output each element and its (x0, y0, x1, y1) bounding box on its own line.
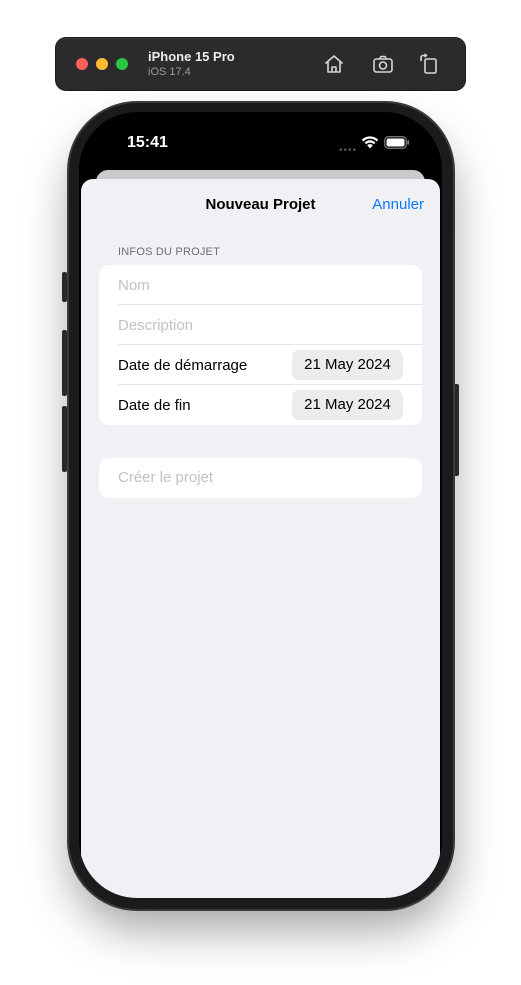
start-date-picker[interactable]: 21 May 2024 (292, 350, 403, 380)
wifi-icon (361, 135, 379, 154)
start-date-label: Date de démarrage (118, 357, 248, 374)
simulator-toolbar: iPhone 15 Pro iOS 17.4 (56, 38, 465, 90)
device-name: iPhone 15 Pro (148, 49, 235, 64)
home-icon[interactable] (322, 52, 346, 76)
description-field[interactable] (118, 305, 408, 345)
cancel-button[interactable]: Annuler (372, 196, 424, 213)
zoom-window-button[interactable] (116, 58, 128, 70)
cellular-signal-icon: •••• (339, 145, 358, 156)
project-info-group: Date de démarrage 21 May 2024 Date de fi… (99, 265, 422, 425)
start-date-row: Date de démarrage 21 May 2024 (99, 345, 422, 385)
minimize-window-button[interactable] (96, 58, 108, 70)
device-os-version: iOS 17.4 (148, 66, 191, 78)
section-header: INFOS DU PROJET (118, 246, 221, 258)
create-project-group: Créer le projet (99, 458, 422, 498)
screenshot-icon[interactable] (371, 52, 395, 76)
close-window-button[interactable] (76, 58, 88, 70)
new-project-sheet: Nouveau Projet Annuler INFOS DU PROJET D… (81, 179, 440, 898)
rotate-icon[interactable] (417, 52, 441, 76)
end-date-row: Date de fin 21 May 2024 (99, 385, 422, 425)
status-time: 15:41 (127, 134, 168, 151)
name-row (99, 265, 422, 305)
battery-icon (384, 136, 410, 154)
create-project-button[interactable]: Créer le projet (118, 458, 408, 498)
end-date-picker[interactable]: 21 May 2024 (292, 390, 403, 420)
name-field[interactable] (118, 265, 408, 305)
end-date-label: Date de fin (118, 397, 191, 414)
description-row (99, 305, 422, 345)
phone-screen: 15:41 •••• Nouveau Projet Annuler INFOS … (79, 112, 442, 898)
